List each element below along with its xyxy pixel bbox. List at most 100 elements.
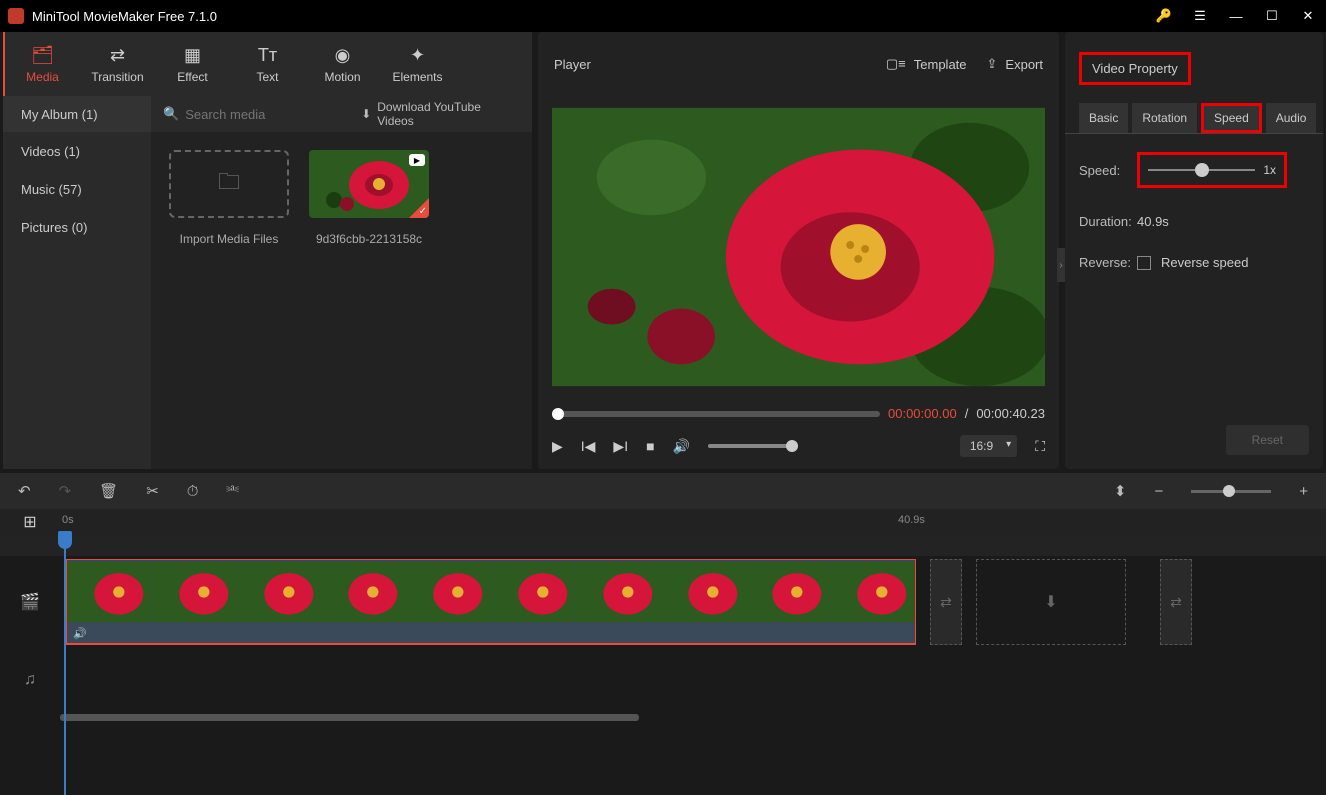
audio-icon: 🔊 bbox=[73, 627, 87, 640]
play-button[interactable]: ▶ bbox=[552, 438, 563, 455]
folder-icon: 🗂 bbox=[31, 45, 54, 66]
scrollbar-thumb[interactable] bbox=[60, 714, 639, 721]
video-badge-icon: ▶ bbox=[409, 154, 425, 166]
timeline-ruler[interactable]: ⊞ 0s 40.9s bbox=[0, 509, 1326, 535]
playhead-handle[interactable] bbox=[58, 531, 72, 549]
media-clip-thumb[interactable]: ▶ ✓ bbox=[309, 150, 429, 218]
video-clip[interactable]: 🔊 bbox=[66, 559, 916, 645]
zoom-out-button[interactable]: − bbox=[1154, 483, 1163, 500]
duration-value: 40.9s bbox=[1137, 214, 1169, 229]
reset-button[interactable]: Reset bbox=[1226, 425, 1309, 455]
volume-slider[interactable] bbox=[708, 444, 798, 448]
add-track-button[interactable]: ⊞ bbox=[0, 512, 60, 532]
search-input[interactable] bbox=[185, 107, 361, 122]
preview-image bbox=[552, 96, 1045, 398]
add-clip-slot[interactable]: ⬇ bbox=[976, 559, 1126, 645]
video-track-row: 🎬 🔊 ⇄ ⬇ ⇄ bbox=[0, 557, 1326, 649]
elements-icon: ✦ bbox=[410, 45, 425, 66]
close-button[interactable]: ✕ bbox=[1298, 8, 1318, 24]
volume-icon[interactable]: 🔊 bbox=[673, 438, 690, 455]
timeline-body: 🎬 🔊 ⇄ ⬇ ⇄ bbox=[0, 535, 1326, 713]
horizontal-scrollbar[interactable] bbox=[0, 713, 1326, 723]
export-icon: ⇪ bbox=[987, 56, 998, 72]
reverse-text: Reverse speed bbox=[1161, 255, 1248, 270]
preview-viewport bbox=[538, 96, 1059, 398]
prev-frame-button[interactable]: I◀ bbox=[581, 438, 596, 455]
library-panel: 🗂Media ⇄Transition ▦Effect TᴛText ◉Motio… bbox=[3, 32, 532, 469]
download-youtube-link[interactable]: ⬇Download YouTube Videos bbox=[361, 100, 520, 128]
playhead[interactable] bbox=[64, 535, 66, 795]
transition-slot-right[interactable]: ⇄ bbox=[1160, 559, 1192, 645]
minimize-button[interactable]: — bbox=[1226, 9, 1246, 24]
reverse-label: Reverse: bbox=[1079, 255, 1137, 270]
video-track-content[interactable]: 🔊 ⇄ ⬇ ⇄ bbox=[60, 557, 1326, 647]
ribbon: 🗂Media ⇄Transition ▦Effect TᴛText ◉Motio… bbox=[3, 32, 532, 96]
speed-slider[interactable] bbox=[1148, 169, 1255, 171]
ribbon-media[interactable]: 🗂Media bbox=[5, 32, 80, 96]
redo-button[interactable]: ↷ bbox=[59, 482, 72, 500]
ribbon-text[interactable]: TᴛText bbox=[230, 32, 305, 96]
property-panel: › Video Property Basic Rotation Speed Au… bbox=[1065, 32, 1323, 469]
zoom-slider[interactable] bbox=[1191, 490, 1271, 493]
zoom-in-button[interactable]: + bbox=[1299, 483, 1308, 500]
music-track-icon: ♫ bbox=[0, 671, 60, 689]
clip-audio-bar: 🔊 bbox=[67, 624, 915, 644]
tab-audio[interactable]: Audio bbox=[1266, 103, 1317, 133]
import-label: Import Media Files bbox=[180, 232, 279, 246]
reverse-checkbox[interactable] bbox=[1137, 256, 1151, 270]
clip-frames bbox=[67, 560, 915, 624]
seek-slider[interactable] bbox=[552, 411, 880, 417]
tab-rotation[interactable]: Rotation bbox=[1132, 103, 1197, 133]
app-icon bbox=[8, 8, 24, 24]
folder-open-icon: 🗀 bbox=[218, 165, 240, 203]
music-track-content[interactable] bbox=[60, 649, 1326, 711]
stop-button[interactable]: ■ bbox=[646, 438, 654, 454]
template-icon: ▢≡ bbox=[886, 56, 906, 72]
next-frame-button[interactable]: ▶I bbox=[613, 438, 628, 455]
property-title: Video Property bbox=[1079, 52, 1191, 85]
current-time: 00:00:00.00 bbox=[888, 406, 957, 421]
delete-button[interactable]: 🗑 bbox=[99, 482, 118, 500]
collapse-panel-button[interactable]: › bbox=[1057, 248, 1065, 282]
speed-slider-thumb[interactable] bbox=[1195, 163, 1209, 177]
export-button[interactable]: ⇪Export bbox=[987, 56, 1043, 72]
menu-icon[interactable]: ☰ bbox=[1190, 8, 1210, 24]
tab-speed[interactable]: Speed bbox=[1201, 103, 1262, 133]
tab-basic[interactable]: Basic bbox=[1079, 103, 1128, 133]
duration-label: Duration: bbox=[1079, 214, 1137, 229]
speed-tool-button[interactable]: ⏱ bbox=[187, 483, 199, 500]
undo-button[interactable]: ↶ bbox=[18, 482, 31, 500]
zoom-thumb[interactable] bbox=[1223, 485, 1235, 497]
album-tab[interactable]: My Album (1) bbox=[3, 96, 151, 132]
ribbon-effect[interactable]: ▦Effect bbox=[155, 32, 230, 96]
search-icon: 🔍 bbox=[163, 106, 179, 122]
volume-thumb[interactable] bbox=[786, 440, 798, 452]
effect-icon: ▦ bbox=[184, 45, 201, 66]
motion-icon: ◉ bbox=[335, 45, 351, 66]
ribbon-elements[interactable]: ✦Elements bbox=[380, 32, 455, 96]
seek-thumb[interactable] bbox=[552, 408, 564, 420]
sidebar-item-videos[interactable]: Videos (1) bbox=[3, 132, 151, 170]
sidebar-item-music[interactable]: Music (57) bbox=[3, 170, 151, 208]
download-icon: ⬇ bbox=[361, 107, 371, 121]
ribbon-motion[interactable]: ◉Motion bbox=[305, 32, 380, 96]
sidebar-item-pictures[interactable]: Pictures (0) bbox=[3, 208, 151, 246]
transition-icon: ⇄ bbox=[110, 45, 125, 66]
template-button[interactable]: ▢≡Template bbox=[886, 56, 967, 72]
aspect-ratio-select[interactable]: 16:9 bbox=[960, 435, 1017, 457]
key-icon[interactable]: 🔑 bbox=[1154, 8, 1174, 24]
ribbon-transition[interactable]: ⇄Transition bbox=[80, 32, 155, 96]
fit-button[interactable]: ⬍ bbox=[1114, 482, 1127, 500]
import-media-button[interactable]: 🗀 bbox=[169, 150, 289, 218]
total-time: 00:00:40.23 bbox=[976, 406, 1045, 421]
cut-button[interactable]: ✂ bbox=[146, 482, 159, 500]
time-separator: / bbox=[965, 406, 969, 421]
library-sidebar: Videos (1) Music (57) Pictures (0) bbox=[3, 132, 151, 469]
maximize-button[interactable]: ☐ bbox=[1262, 8, 1282, 24]
transition-slot-left[interactable]: ⇄ bbox=[930, 559, 962, 645]
timeline-toolbar: ↶ ↷ 🗑 ✂ ⏱ ⎃ ⬍ − + bbox=[0, 473, 1326, 509]
player-title: Player bbox=[554, 57, 866, 72]
crop-button[interactable]: ⎃ bbox=[226, 483, 239, 500]
timeline-spacer-row bbox=[0, 535, 1326, 557]
fullscreen-button[interactable]: ⛶ bbox=[1035, 438, 1045, 455]
